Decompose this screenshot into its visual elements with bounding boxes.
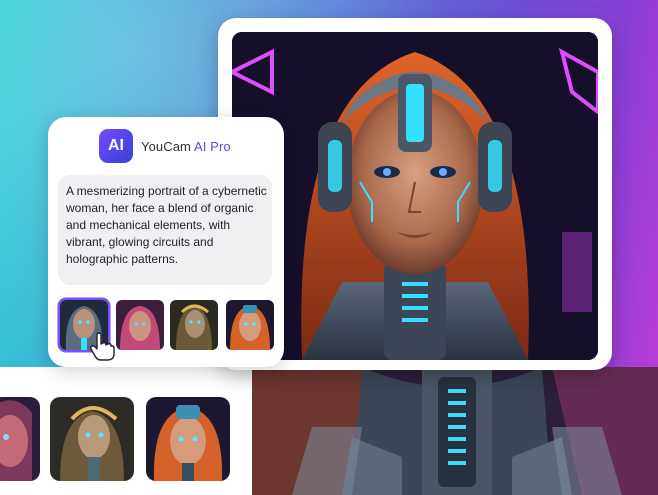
brand-name: YouCam AI Pro bbox=[141, 139, 231, 154]
result-image-3[interactable] bbox=[146, 397, 230, 481]
brand-name-prefix: YouCam bbox=[141, 138, 194, 154]
thumbnail-3[interactable] bbox=[170, 300, 218, 350]
enlarged-detail-image bbox=[252, 367, 658, 495]
brand-name-suffix: AI Pro bbox=[193, 138, 231, 154]
hand-pointer-cursor-icon bbox=[88, 332, 116, 362]
thumbnail-4[interactable] bbox=[226, 300, 274, 350]
result-image-1[interactable] bbox=[0, 397, 40, 481]
brand-header: AI YouCam AI Pro bbox=[99, 128, 231, 164]
youcam-logo-icon: AI bbox=[99, 129, 133, 163]
thumbnail-2[interactable] bbox=[116, 300, 164, 350]
prompt-text: A mesmerizing portrait of a cybernetic w… bbox=[66, 184, 267, 266]
result-image-2[interactable] bbox=[50, 397, 134, 481]
cyborg-portrait-main-image[interactable] bbox=[232, 32, 598, 360]
